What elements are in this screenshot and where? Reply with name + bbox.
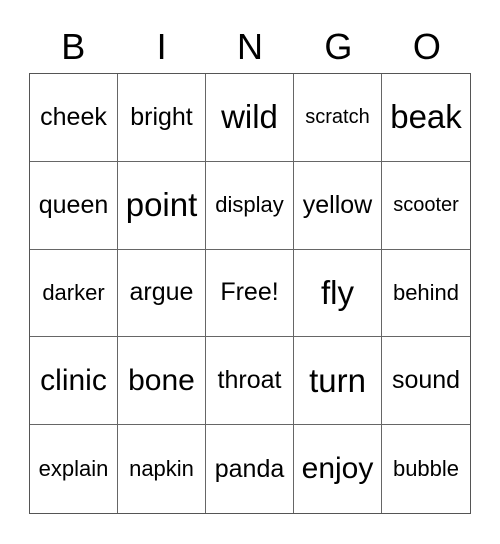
bingo-cell[interactable]: queen: [30, 161, 118, 250]
bingo-cell[interactable]: beak: [382, 74, 470, 162]
bingo-cell[interactable]: throat: [206, 337, 294, 426]
bingo-cell[interactable]: scooter: [382, 162, 470, 250]
bingo-cell[interactable]: enjoy: [294, 425, 382, 513]
free-space-cell[interactable]: Free!: [206, 249, 294, 338]
header-letter-n: N: [237, 26, 264, 67]
bingo-cell[interactable]: scratch: [294, 74, 382, 162]
bingo-cell[interactable]: panda: [206, 425, 294, 513]
bingo-cell[interactable]: clinic: [30, 337, 118, 426]
bingo-cell[interactable]: sound: [382, 337, 470, 426]
bingo-cell[interactable]: bright: [118, 74, 206, 162]
bingo-cell[interactable]: cheek: [30, 74, 118, 162]
bingo-header: B I N G O: [29, 22, 471, 72]
bingo-grid: cheek bright wild scratch beak queen poi…: [29, 73, 471, 514]
header-letter-i: I: [156, 26, 167, 67]
bingo-cell[interactable]: argue: [118, 249, 206, 338]
bingo-cell[interactable]: turn: [294, 337, 382, 426]
header-letter-b: B: [61, 26, 86, 67]
bingo-cell[interactable]: darker: [30, 249, 118, 338]
bingo-cell[interactable]: napkin: [118, 425, 206, 513]
bingo-cell[interactable]: display: [206, 161, 294, 250]
bingo-cell[interactable]: fly: [294, 249, 382, 338]
bingo-cell[interactable]: behind: [382, 250, 470, 338]
bingo-cell[interactable]: yellow: [294, 161, 382, 250]
bingo-cell[interactable]: bubble: [382, 425, 470, 513]
bingo-cell[interactable]: wild: [206, 74, 294, 162]
header-letter-g: G: [324, 26, 353, 67]
bingo-cell[interactable]: explain: [30, 425, 118, 513]
header-letter-o: O: [412, 26, 441, 67]
bingo-cell[interactable]: point: [118, 161, 206, 250]
bingo-cell[interactable]: bone: [118, 337, 206, 426]
